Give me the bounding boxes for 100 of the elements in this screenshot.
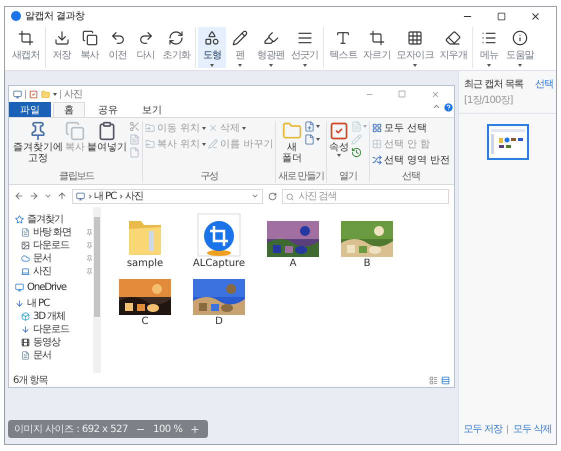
search-icon <box>286 192 294 200</box>
toolbar-button[interactable]: 자르기 <box>360 27 394 68</box>
lines-icon <box>296 30 313 46</box>
app-logo-icon <box>11 11 21 21</box>
nav-item[interactable]: 3D 개체 <box>15 310 93 322</box>
ribbon-icon <box>372 123 382 133</box>
highlighter-icon <box>263 30 280 46</box>
ribbon-icon <box>304 134 316 145</box>
ribbon-icon-button[interactable] <box>304 121 320 132</box>
file-item[interactable]: C <box>109 271 181 327</box>
ribbon-button[interactable]: 즐겨찾기에 고정 <box>13 121 63 164</box>
nav-item[interactable]: 내 PC <box>15 297 93 309</box>
window-title: 사진 <box>64 88 83 101</box>
breadcrumb-item[interactable]: 내 PC <box>94 189 116 203</box>
toolbar-button[interactable]: 지우개 <box>436 27 470 68</box>
ribbon-tab[interactable]: 홈 <box>53 102 85 117</box>
caret-icon <box>316 125 320 128</box>
ribbon-icon <box>208 123 218 133</box>
ribbon-icon-button[interactable] <box>304 134 320 145</box>
file-item[interactable]: ALCapture <box>183 213 255 269</box>
file-item[interactable]: D <box>183 271 255 327</box>
ribbon-icon <box>372 155 382 165</box>
caret-icon <box>53 92 57 96</box>
ribbon-button[interactable]: 새 폴더 <box>282 121 302 164</box>
ribbon-button[interactable]: 모두 선택 <box>372 121 427 135</box>
caret-icon <box>316 138 320 141</box>
nav-item[interactable]: 다운로드 <box>15 323 93 335</box>
image-size-text: 이미지 사이즈 : 692 x 527 <box>14 423 128 436</box>
ribbon-button[interactable]: 선택 영역 반전 <box>372 153 450 167</box>
up-button[interactable] <box>57 191 67 201</box>
breadcrumb-item[interactable]: 사진 <box>125 189 144 203</box>
toolbar-button[interactable]: 저장 <box>48 27 76 68</box>
details-view-icon[interactable] <box>429 376 438 384</box>
toolbar-button[interactable]: 초기화 <box>160 27 194 68</box>
nav-item[interactable]: 즐겨찾기 <box>15 213 93 225</box>
back-button[interactable] <box>14 191 24 201</box>
capture-thumbnail[interactable] <box>486 124 528 160</box>
caret-icon <box>302 64 307 67</box>
nav-item[interactable]: 동영상 <box>15 336 93 348</box>
group-label: 구성 <box>200 170 218 183</box>
toolbar-button[interactable]: 형광펜 <box>254 27 288 68</box>
pencil-icon <box>232 30 248 46</box>
nav-item[interactable]: OneDrive <box>15 281 93 293</box>
recent-button[interactable] <box>44 192 52 200</box>
select-link[interactable]: 선택 <box>534 77 553 91</box>
forward-icon <box>29 191 39 201</box>
ribbon-icon <box>304 121 316 132</box>
nav-item[interactable]: 사진 <box>15 265 93 277</box>
crop-logo-icon <box>197 213 241 257</box>
scrollbar[interactable] <box>93 207 101 373</box>
window-title: 알캡처 결과창 <box>25 10 86 23</box>
nav-item[interactable]: 다운로드 <box>15 239 93 251</box>
toolbar-button[interactable]: 메뉴 <box>475 27 504 68</box>
nav-item[interactable]: 문서 <box>15 349 93 361</box>
ribbon-button[interactable]: 속성 <box>328 121 349 157</box>
chevron-down-icon <box>44 192 52 200</box>
shapes-icon <box>204 30 220 46</box>
toolbar-button[interactable]: 새캡처 <box>9 27 43 68</box>
ribbon-icon <box>372 139 382 149</box>
ribbon-tab[interactable]: 보기 <box>131 102 173 117</box>
pin-icon <box>86 228 93 236</box>
file-item[interactable]: B <box>331 213 403 269</box>
search-field[interactable]: 사진 검색 <box>282 188 449 204</box>
window-icon <box>13 90 22 98</box>
ribbon-icon <box>350 134 362 145</box>
ribbon-tab[interactable]: 파일 <box>9 102 51 117</box>
toolbar-button[interactable]: 선긋기 <box>288 27 322 68</box>
ribbon-icon <box>208 139 218 149</box>
nav-item[interactable]: 바탕 화면 <box>15 226 93 238</box>
toolbar-button[interactable]: 도형 <box>198 27 226 68</box>
toolbar-button[interactable]: 다시 <box>132 27 160 68</box>
pc-icon <box>76 192 85 200</box>
file-item[interactable]: sample <box>109 213 181 269</box>
capture-count: [1장/100장] <box>464 94 514 107</box>
download-icon <box>54 30 70 46</box>
delete-all-link[interactable]: 모두 삭제 <box>513 422 552 436</box>
mosaic-icon <box>407 30 424 46</box>
large-icons-view-icon[interactable] <box>441 376 450 384</box>
toolbar-button[interactable]: 텍스트 <box>326 27 360 68</box>
toolbar-button[interactable]: 이전 <box>104 27 132 68</box>
group-label: 클립보드 <box>59 170 94 183</box>
refresh-button[interactable] <box>268 192 278 200</box>
toolbar-button[interactable]: 모자이크 <box>394 27 436 68</box>
maximize-icon <box>398 90 406 98</box>
file-item[interactable]: A <box>257 213 329 269</box>
address-field[interactable]: 내 PC 사진 <box>72 188 264 204</box>
nav-item[interactable]: 문서 <box>15 252 93 264</box>
toolbar-button[interactable]: 펜 <box>226 27 254 68</box>
list-icon <box>481 30 498 46</box>
ribbon-icon-button[interactable] <box>350 147 362 158</box>
save-all-link[interactable]: 모두 저장 <box>463 422 502 436</box>
toolbar-button[interactable]: 복사 <box>76 27 104 68</box>
forward-button[interactable] <box>29 191 39 201</box>
ribbon-tab[interactable]: 공유 <box>87 102 129 117</box>
group-label: 새로 만들기 <box>278 170 324 183</box>
ribbon-button[interactable]: 붙여넣기 <box>87 121 127 153</box>
toolbar-button[interactable]: 도움말 <box>503 27 537 68</box>
chevron-down-icon <box>251 192 260 200</box>
caret-icon <box>362 125 367 128</box>
ribbon-icon <box>129 147 140 158</box>
